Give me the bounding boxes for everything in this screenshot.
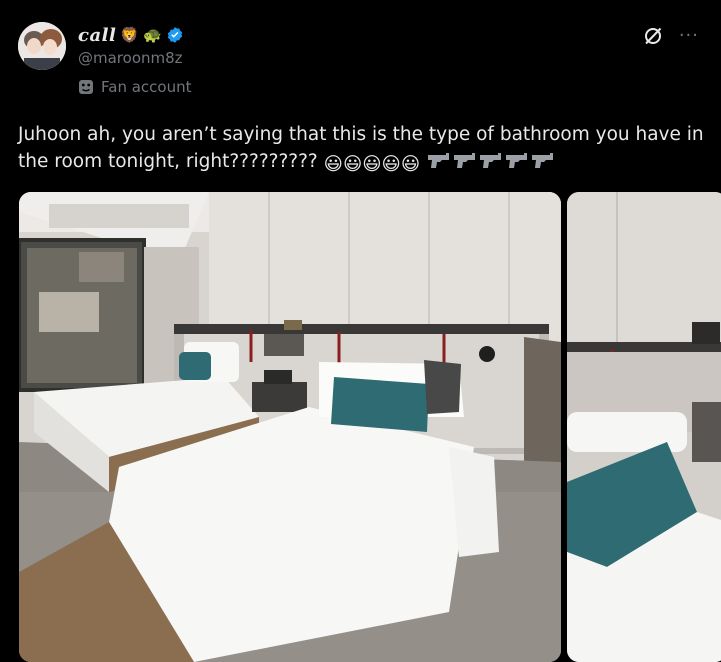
smile-emoji: 😃 <box>400 154 421 175</box>
emoji-row: 😃😃😃😃😃 <box>324 151 426 175</box>
author-handle[interactable]: @maroonm8z <box>78 49 183 67</box>
hotel-room-photo-2[interactable] <box>567 192 721 662</box>
hotel-room-image <box>19 192 561 662</box>
account-label-text: Fan account <box>101 78 192 96</box>
display-name[interactable]: call <box>78 25 116 46</box>
avatar[interactable] <box>18 22 66 70</box>
gun-icon-row <box>426 151 556 172</box>
grok-icon[interactable] <box>643 26 663 46</box>
hotel-room-image-2 <box>567 192 721 662</box>
tweet-actions: ··· <box>643 26 699 46</box>
lion-emoji: 🦁 <box>120 25 139 44</box>
smile-emoji: 😃 <box>342 154 363 175</box>
tweet-text: Juhoon ah, you aren’t saying that this i… <box>18 121 708 178</box>
more-options-icon[interactable]: ··· <box>679 27 699 45</box>
account-label: Fan account <box>78 78 191 96</box>
gun-icon <box>454 153 476 168</box>
gun-icon <box>428 153 450 168</box>
smile-emoji: 😃 <box>381 154 401 175</box>
smile-emoji: 😃 <box>362 154 382 175</box>
gun-icon <box>480 153 502 168</box>
theater-mask-icon <box>79 80 93 94</box>
hotel-room-photo[interactable] <box>19 192 561 662</box>
smile-emoji: 😃 <box>323 154 343 175</box>
avatar-image <box>18 22 66 70</box>
gun-icon <box>506 153 528 168</box>
author-name-row: call 🦁 🐢 <box>78 22 184 48</box>
verified-badge-icon[interactable] <box>166 26 184 44</box>
gun-icon <box>532 153 554 168</box>
turtle-emoji: 🐢 <box>143 25 162 44</box>
